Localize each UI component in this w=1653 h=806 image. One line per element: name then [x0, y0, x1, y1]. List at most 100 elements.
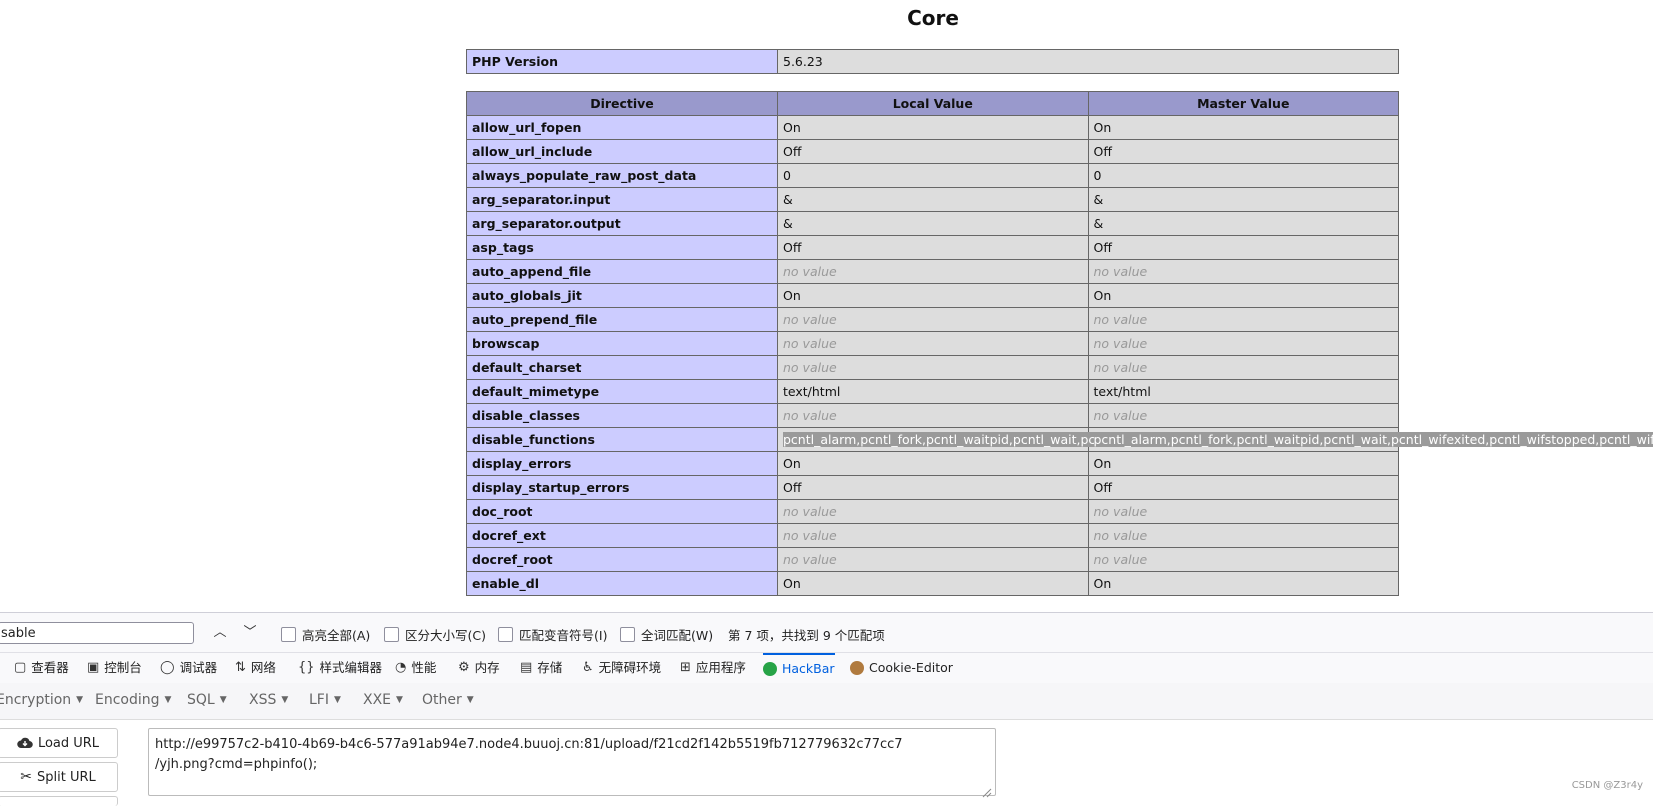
chevron-down-icon[interactable]: ﹀	[240, 623, 260, 643]
table-row: display_startup_errorsOffOff	[467, 476, 1399, 500]
tab-inspector[interactable]: ▢查看器	[14, 653, 69, 683]
menu-lfi[interactable]: LFI▼	[309, 692, 341, 708]
tab-label: 应用程序	[696, 653, 746, 683]
directive-name: auto_prepend_file	[467, 308, 778, 332]
split-url-button[interactable]: ✂ Split URL	[0, 762, 118, 792]
tab-label: 调试器	[180, 653, 218, 683]
tab-label: HackBar	[782, 654, 835, 684]
master-value: On	[1088, 572, 1399, 596]
tab-debugger[interactable]: ◯调试器	[160, 653, 217, 683]
table-row: docref_extno valueno value	[467, 524, 1399, 548]
master-value-text: no value	[1094, 360, 1148, 375]
directive-name: doc_root	[467, 500, 778, 524]
match-diacritics-checkbox[interactable]: 匹配变音符号(I)	[498, 625, 607, 644]
tab-network[interactable]: ⇅网络	[235, 653, 276, 683]
master-value: pcntl_alarm,pcntl_fork,pcntl_waitpid,pcn…	[1088, 428, 1399, 452]
menu-encryption[interactable]: Encryption▼	[0, 692, 83, 708]
master-value: Off	[1088, 140, 1399, 164]
local-value: &	[778, 188, 1089, 212]
checkbox-label: 高亮全部(A)	[302, 625, 370, 644]
table-row: arg_separator.input&&	[467, 188, 1399, 212]
menu-xxe[interactable]: XXE▼	[363, 692, 403, 708]
local-value: Off	[778, 140, 1089, 164]
table-row: default_mimetypetext/htmltext/html	[467, 380, 1399, 404]
menu-label: LFI	[309, 692, 329, 708]
find-input[interactable]: sable	[0, 622, 194, 644]
highlight-all-checkbox[interactable]: 高亮全部(A)	[281, 625, 370, 644]
tab-style-editor[interactable]: {}样式编辑器	[298, 653, 382, 683]
directive-name: arg_separator.input	[467, 188, 778, 212]
menu-label: XSS	[249, 692, 276, 708]
local-value-text: 0	[783, 168, 791, 183]
master-value: no value	[1088, 404, 1399, 428]
master-value-text: Off	[1094, 480, 1112, 495]
directive-name-text: disable_functions	[472, 432, 595, 447]
tab-cookie-editor[interactable]: Cookie-Editor	[850, 653, 953, 683]
tab-hackbar[interactable]: HackBar	[763, 653, 835, 683]
directive-name: always_populate_raw_post_data	[467, 164, 778, 188]
local-value-text: On	[783, 456, 801, 471]
master-value: 0	[1088, 164, 1399, 188]
master-value: no value	[1088, 308, 1399, 332]
local-value: On	[778, 452, 1089, 476]
local-value: no value	[778, 260, 1089, 284]
master-value-text: no value	[1094, 264, 1148, 279]
directive-name-text: docref_root	[472, 552, 553, 567]
master-value-text: no value	[1094, 504, 1148, 519]
local-value-text: On	[783, 288, 801, 303]
tab-performance[interactable]: ◔性能	[395, 653, 436, 683]
menu-xss[interactable]: XSS▼	[249, 692, 288, 708]
table-row: arg_separator.output&&	[467, 212, 1399, 236]
local-value-text: no value	[783, 408, 837, 423]
tab-label: 性能	[411, 653, 436, 683]
table-header-row: Directive Local Value Master Value	[467, 92, 1399, 116]
tab-console[interactable]: ▣控制台	[87, 653, 142, 683]
local-value: 0	[778, 164, 1089, 188]
master-value-text: no value	[1094, 528, 1148, 543]
menu-encoding[interactable]: Encoding▼	[95, 692, 171, 708]
master-value: &	[1088, 212, 1399, 236]
php-version-value: 5.6.23	[778, 50, 1399, 74]
style-editor-icon: {}	[298, 653, 315, 683]
master-value: no value	[1088, 260, 1399, 284]
storage-icon: ▤	[520, 653, 532, 683]
php-version-table: PHP Version 5.6.23	[466, 49, 1399, 74]
directive-name: docref_root	[467, 548, 778, 572]
menu-other[interactable]: Other▼	[422, 692, 474, 708]
resize-grip-icon[interactable]	[982, 783, 992, 793]
tab-storage[interactable]: ▤存储	[520, 653, 562, 683]
menu-sql[interactable]: SQL▼	[187, 692, 227, 708]
tab-application[interactable]: ⊞应用程序	[680, 653, 746, 683]
directive-name-text: doc_root	[472, 504, 533, 519]
execute-button[interactable]	[0, 796, 118, 806]
table-row: allow_url_fopenOnOn	[467, 116, 1399, 140]
checkbox-label: 全词匹配(W)	[641, 625, 713, 644]
master-value-text: no value	[1094, 312, 1148, 327]
whole-words-checkbox[interactable]: 全词匹配(W)	[620, 625, 713, 644]
cloud-download-icon	[17, 737, 33, 749]
menu-label: SQL	[187, 692, 215, 708]
load-url-button[interactable]: Load URL	[0, 728, 118, 758]
local-value-text: Off	[783, 144, 801, 159]
tab-accessibility[interactable]: ♿无障碍环境	[582, 653, 661, 683]
directive-table: Directive Local Value Master Value allow…	[466, 91, 1399, 596]
master-value-text: no value	[1094, 336, 1148, 351]
master-value: &	[1088, 188, 1399, 212]
chevron-up-icon[interactable]: ︿	[210, 623, 230, 643]
local-value: On	[778, 572, 1089, 596]
directive-name-text: display_errors	[472, 456, 571, 471]
url-textarea[interactable]: http://e99757c2-b410-4b69-b4c6-577a91ab9…	[148, 728, 996, 796]
accessibility-icon: ♿	[582, 653, 594, 683]
master-value: On	[1088, 284, 1399, 308]
scissors-icon: ✂	[20, 769, 32, 785]
tab-memory[interactable]: ⚙内存	[458, 653, 500, 683]
directive-name: disable_classes	[467, 404, 778, 428]
directive-name: allow_url_fopen	[467, 116, 778, 140]
checkbox-icon	[281, 627, 296, 642]
local-value-text: pcntl_alarm,pcntl_fork,pcntl_waitpid,pcn…	[783, 432, 1128, 447]
section-title: Core	[0, 6, 1653, 30]
match-case-checkbox[interactable]: 区分大小写(C)	[384, 625, 486, 644]
caret-down-icon: ▼	[76, 695, 83, 705]
local-value-text: no value	[783, 312, 837, 327]
master-value: Off	[1088, 236, 1399, 260]
